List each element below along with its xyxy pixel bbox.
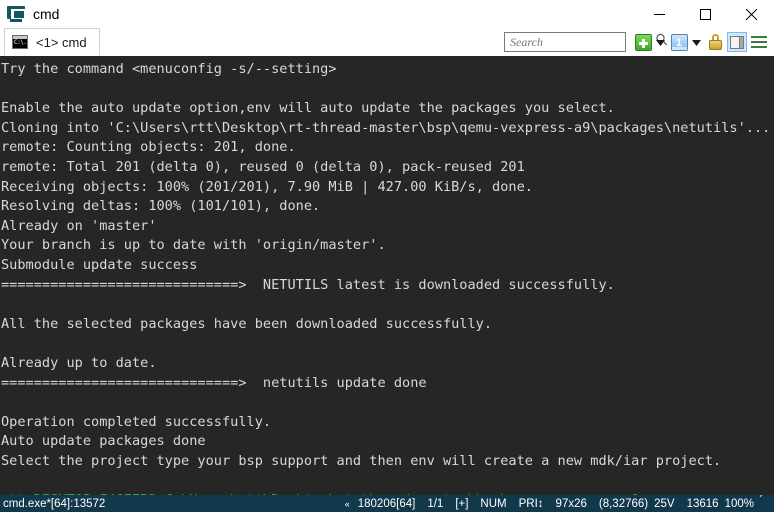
active-console-button[interactable]: 1 [669, 32, 689, 52]
close-button[interactable] [728, 0, 774, 28]
terminal-line: Enable the auto update option,env will a… [1, 99, 774, 119]
terminal-text: Receiving objects: 100% (201/201), 7.90 … [1, 178, 533, 195]
console-icon-text: C:\. [14, 39, 27, 46]
status-num-lock: NUM [480, 497, 507, 510]
terminal-text: All the selected packages have been down… [1, 315, 493, 332]
resize-grip-icon[interactable] [760, 495, 774, 512]
terminal-text: Auto update packages done [1, 433, 206, 450]
new-console-dropdown[interactable] [654, 32, 666, 52]
new-console-button[interactable] [633, 32, 653, 52]
console-icon: C:\. [12, 35, 28, 49]
terminal-text: Resolving deltas: 100% (101/101), done. [1, 198, 321, 215]
window-controls [636, 0, 774, 28]
terminal-output[interactable]: Try the command <menuconfig -s/--setting… [0, 56, 774, 495]
terminal-line: Cloning into 'C:\Users\rtt\Desktop\rt-th… [1, 119, 774, 139]
terminal-text: remote: Total 201 (delta 0), reused 0 (d… [1, 158, 525, 175]
tab-bar: C:\. <1> cmd Search 1 [0, 28, 774, 56]
status-lines: 13616 [686, 497, 719, 510]
terminal-text: =============================> NETUTILS … [1, 276, 615, 293]
status-bar: cmd.exe*[64]:13572 « 180206[64] 1/1 [+] … [0, 495, 774, 512]
terminal-line: Your branch is up to date with 'origin/m… [1, 236, 774, 256]
conemu-window: cmd C:\. <1> cmd Search 1 Try the comman… [0, 0, 774, 512]
toolbar: 1 [504, 28, 770, 56]
terminal-text: Your branch is up to date with 'origin/m… [1, 237, 386, 254]
terminal-line: Select the project type your bsp support… [1, 452, 774, 472]
status-buffer: 180206[64] [357, 497, 416, 510]
lock-icon [708, 34, 722, 50]
terminal-line: Operation completed successfully. [1, 413, 774, 433]
terminal-line: Already up to date. [1, 354, 774, 374]
menu-button[interactable] [749, 32, 769, 52]
tab-cmd-1[interactable]: C:\. <1> cmd [4, 28, 100, 56]
chevron-down-icon [691, 33, 701, 51]
console-monitor-icon [7, 5, 26, 23]
status-video: 25V [654, 497, 675, 510]
terminal-text: Try the command <menuconfig -s/--setting… [1, 61, 337, 77]
minimize-button[interactable] [636, 0, 682, 28]
terminal-line: Try the command <menuconfig -s/--setting… [1, 60, 774, 80]
terminal-line: Already on 'master' [1, 217, 774, 237]
terminal-text: remote: Counting objects: 201, done. [1, 139, 296, 156]
terminal-line: remote: Counting objects: 201, done. [1, 138, 774, 158]
search-box[interactable] [504, 32, 668, 52]
terminal-line: =============================> netutils … [1, 374, 774, 394]
status-coords: (8,32766) [598, 497, 649, 510]
terminal-line: All the selected packages have been down… [1, 315, 774, 335]
terminal-text: Select the project type your bsp support… [1, 452, 722, 469]
terminal-text: Cloning into 'C:\Users\rtt\Desktop\rt-th… [1, 119, 771, 136]
window-title: cmd [33, 6, 60, 22]
lock-button[interactable] [705, 32, 725, 52]
terminal-line: remote: Total 201 (delta 0), reused 0 (d… [1, 158, 774, 178]
split-pane-button[interactable] [727, 32, 747, 52]
terminal-text: Enable the auto update option,env will a… [1, 100, 615, 117]
terminal-text: Submodule update success [1, 256, 198, 273]
terminal-line: =============================> NETUTILS … [1, 276, 774, 296]
green-plus-icon [634, 33, 652, 51]
status-pages: 1/1 [427, 497, 444, 510]
terminal-text: Operation completed successfully. [1, 413, 272, 430]
status-priority: PRI↕ [518, 497, 544, 510]
status-process: cmd.exe*[64]:13572 [3, 497, 106, 510]
tab-label: <1> cmd [36, 34, 87, 50]
terminal-text: Already up to date. [1, 354, 157, 371]
status-scroll-marker: « [344, 498, 350, 509]
active-console-dropdown[interactable] [690, 32, 702, 52]
window-one-icon: 1 [670, 33, 688, 51]
status-zoom: 100% [724, 497, 754, 510]
terminal-line: Submodule update success [1, 256, 774, 276]
title-bar: cmd [0, 0, 774, 28]
terminal-line: Auto update packages done [1, 432, 774, 452]
terminal-line: Resolving deltas: 100% (101/101), done. [1, 197, 774, 217]
terminal-text: =============================> netutils … [1, 374, 427, 391]
terminal-text: Already on 'master' [1, 217, 157, 234]
status-insert-mode: [+] [455, 497, 469, 510]
maximize-button[interactable] [682, 0, 728, 28]
chevron-down-icon [655, 33, 665, 51]
terminal-line: Receiving objects: 100% (201/201), 7.90 … [1, 178, 774, 198]
hamburger-menu-icon [751, 36, 767, 48]
split-pane-icon [727, 32, 747, 52]
status-size: 97x26 [555, 497, 587, 510]
